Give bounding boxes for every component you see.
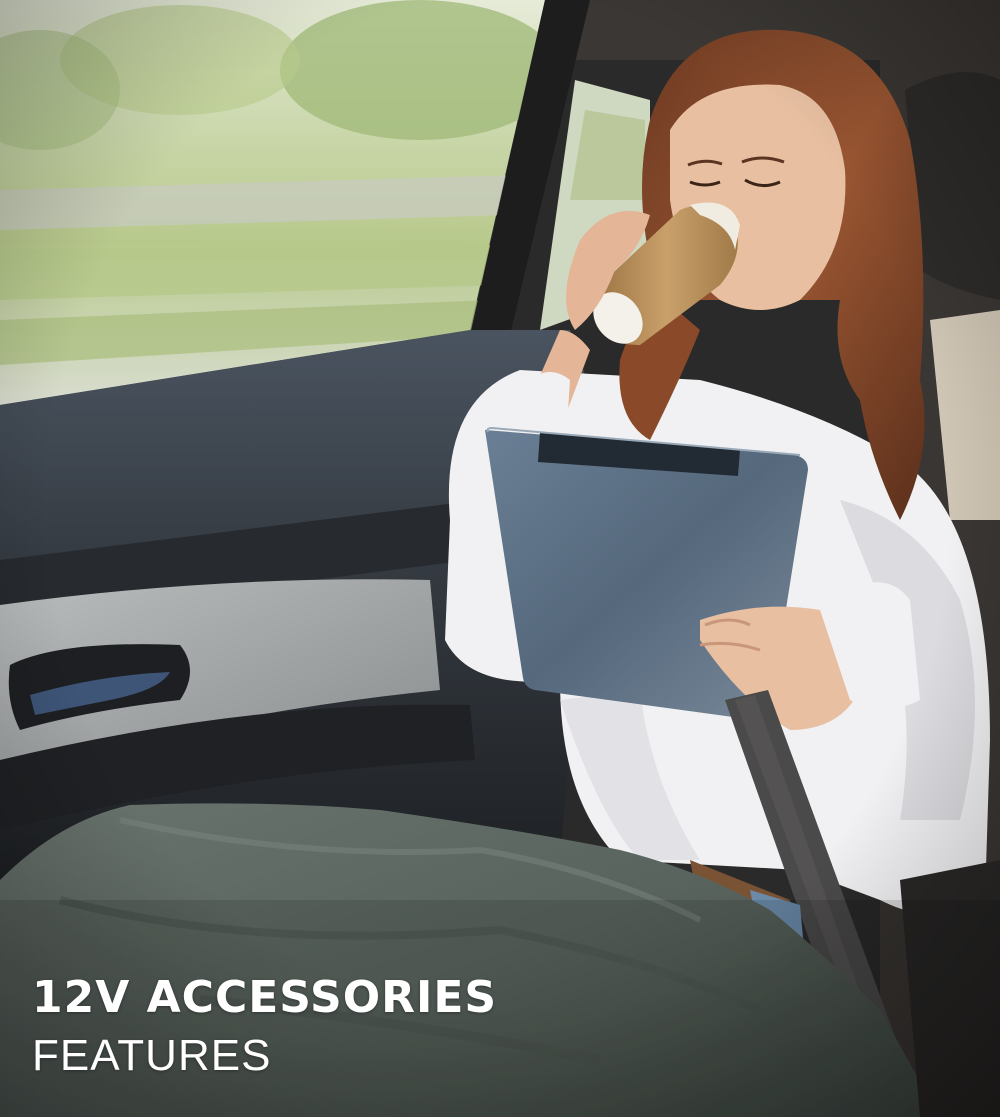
hero-title: 12V ACCESSORIES: [32, 972, 498, 1023]
hero-subtitle: FEATURES: [32, 1031, 272, 1080]
hero-caption: 12V ACCESSORIES FEATURES: [32, 968, 497, 1084]
car-interior-photo: [0, 0, 1000, 1117]
hero-banner: 12V ACCESSORIES FEATURES: [0, 0, 1000, 1117]
